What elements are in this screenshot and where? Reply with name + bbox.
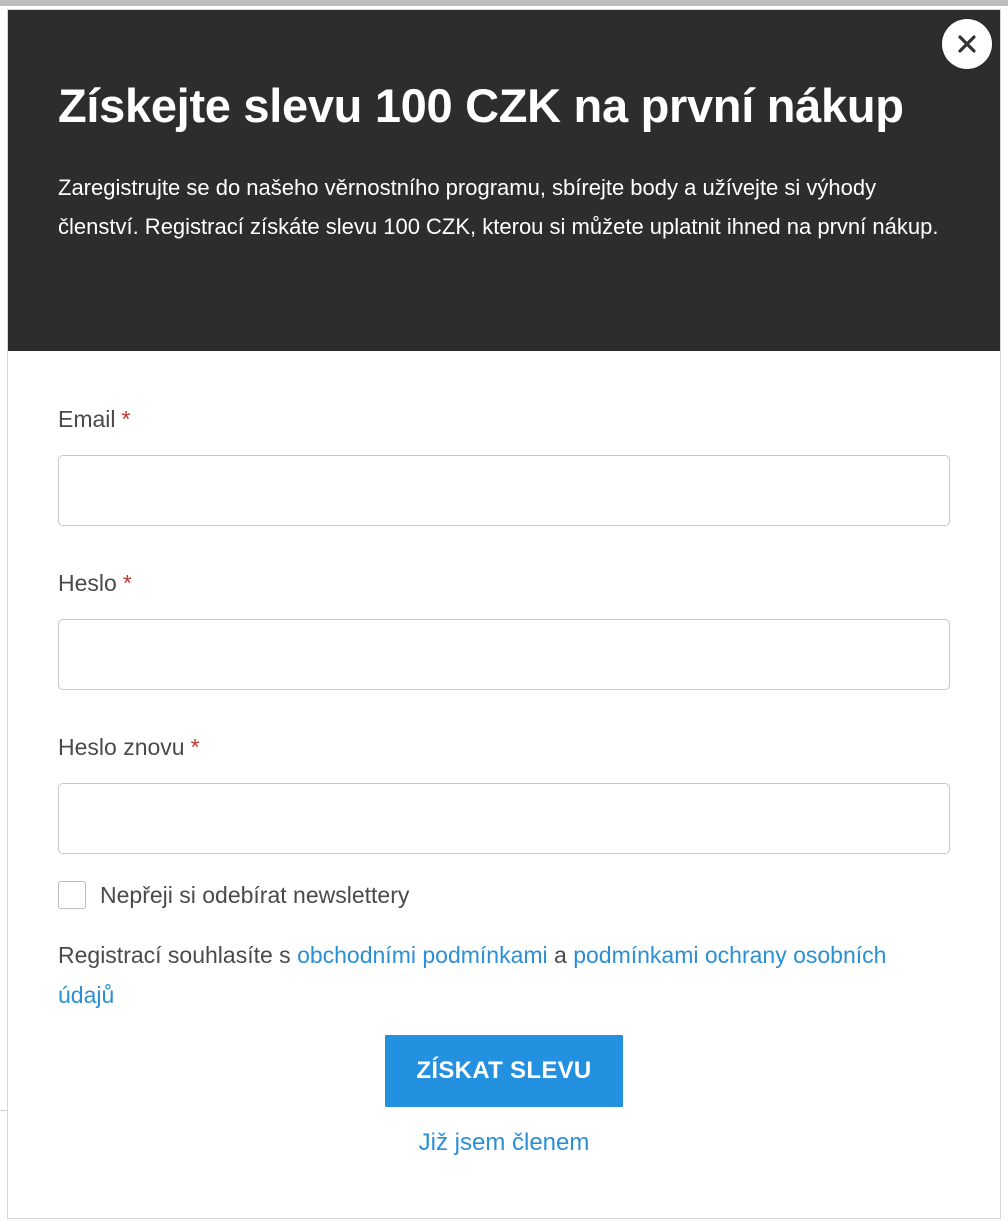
- email-label-text: Email: [58, 406, 116, 432]
- password-confirm-label-text: Heslo znovu: [58, 734, 185, 760]
- terms-link[interactable]: obchodními podmínkami: [297, 942, 548, 968]
- already-member-link[interactable]: Již jsem členem: [8, 1127, 1000, 1159]
- email-required-mark: *: [121, 406, 131, 432]
- password-confirm-label: Heslo znovu *: [58, 732, 200, 762]
- backdrop-divider: [0, 1110, 8, 1111]
- password-label: Heslo *: [58, 568, 132, 598]
- modal-intro-text: Zaregistrujte se do našeho věrnostního p…: [58, 175, 939, 239]
- password-confirm-field[interactable]: [58, 783, 950, 854]
- close-icon: [958, 35, 976, 53]
- consent-conjunction: a: [547, 942, 574, 968]
- password-confirm-required-mark: *: [190, 734, 200, 760]
- consent-prefix: Registrací souhlasíte s: [58, 942, 298, 968]
- newsletter-optout-checkbox[interactable]: [58, 881, 86, 909]
- backdrop-top-bar: [0, 0, 1008, 6]
- password-required-mark: *: [122, 570, 132, 596]
- password-field[interactable]: [58, 619, 950, 690]
- newsletter-optout-label[interactable]: Nepřeji si odebírat newslettery: [100, 880, 409, 910]
- email-label: Email *: [58, 404, 130, 434]
- modal-title: Získejte slevu 100 CZK na první nákup: [58, 79, 904, 132]
- email-field[interactable]: [58, 455, 950, 526]
- close-button[interactable]: [942, 19, 992, 69]
- signup-modal: Získejte slevu 100 CZK na první nákup Za…: [8, 10, 1000, 1218]
- get-discount-button[interactable]: ZÍSKAT SLEVU: [385, 1035, 623, 1107]
- modal-header: Získejte slevu 100 CZK na první nákup Za…: [8, 10, 1000, 351]
- consent-text: Registrací souhlasíte s obchodními podmí…: [58, 935, 938, 1015]
- password-label-text: Heslo: [58, 570, 117, 596]
